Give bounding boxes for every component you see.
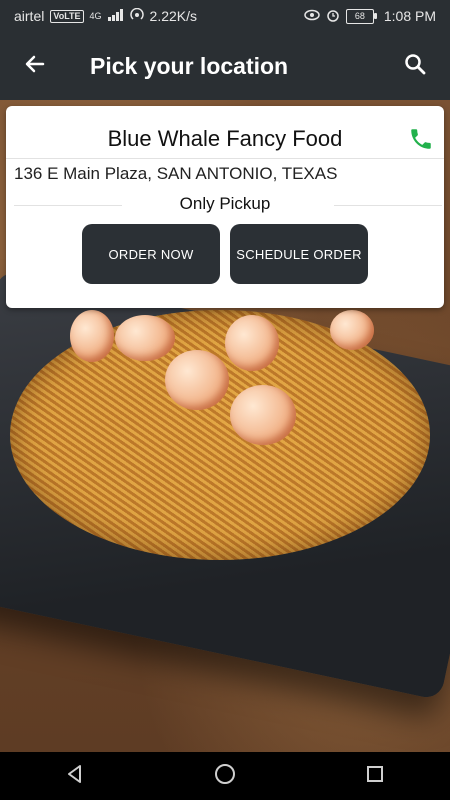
- page-title: Pick your location: [90, 52, 289, 79]
- eye-icon: [304, 8, 320, 24]
- service-mode-label: Only Pickup: [179, 194, 271, 213]
- speed-label: 2.22K/s: [149, 8, 198, 24]
- service-mode-row: Only Pickup: [6, 194, 444, 218]
- shrimp-shape: [330, 310, 374, 350]
- back-triangle-icon: [64, 763, 86, 790]
- network-label: 4G: [89, 11, 102, 21]
- restaurant-address: 136 E Main Plaza, SAN ANTONIO, TEXAS: [14, 164, 338, 183]
- shrimp-shape: [70, 310, 114, 362]
- back-arrow-icon: [23, 52, 47, 81]
- system-nav-bar: [0, 752, 450, 800]
- nav-back-button[interactable]: [45, 752, 105, 800]
- home-circle-icon: [214, 763, 236, 790]
- shrimp-shape: [225, 315, 279, 371]
- hotspot-icon: [129, 7, 144, 25]
- signal-icon: [107, 8, 124, 24]
- search-button[interactable]: [380, 32, 450, 100]
- phone-icon: [408, 126, 434, 157]
- battery-icon: 68: [345, 8, 377, 24]
- search-icon: [403, 52, 427, 81]
- status-left: airtel VoLTE 4G 2.22K/s: [14, 7, 198, 25]
- order-now-button[interactable]: ORDER NOW: [82, 224, 220, 284]
- volte-badge: VoLTE: [50, 9, 84, 23]
- recents-square-icon: [365, 764, 385, 789]
- restaurant-card: Blue Whale Fancy Food 136 E Main Plaza, …: [6, 106, 444, 308]
- time-label: 1:08 PM: [383, 8, 436, 24]
- shrimp-shape: [115, 315, 175, 361]
- nav-home-button[interactable]: [195, 752, 255, 800]
- call-button[interactable]: [406, 126, 436, 156]
- shrimp-shape: [165, 350, 229, 410]
- back-button[interactable]: [0, 32, 70, 100]
- divider: [6, 158, 444, 159]
- alarm-icon: [326, 8, 340, 25]
- status-right: 68 1:08 PM: [304, 8, 436, 25]
- status-bar: airtel VoLTE 4G 2.22K/s 68 1:08 PM: [0, 0, 450, 32]
- carrier-label: airtel: [14, 8, 45, 24]
- schedule-order-button[interactable]: SCHEDULE ORDER: [230, 224, 368, 284]
- restaurant-name: Blue Whale Fancy Food: [107, 126, 343, 151]
- app-bar: Pick your location: [0, 32, 450, 100]
- shrimp-shape: [230, 385, 296, 445]
- nav-recents-button[interactable]: [345, 752, 405, 800]
- divider: [334, 205, 442, 206]
